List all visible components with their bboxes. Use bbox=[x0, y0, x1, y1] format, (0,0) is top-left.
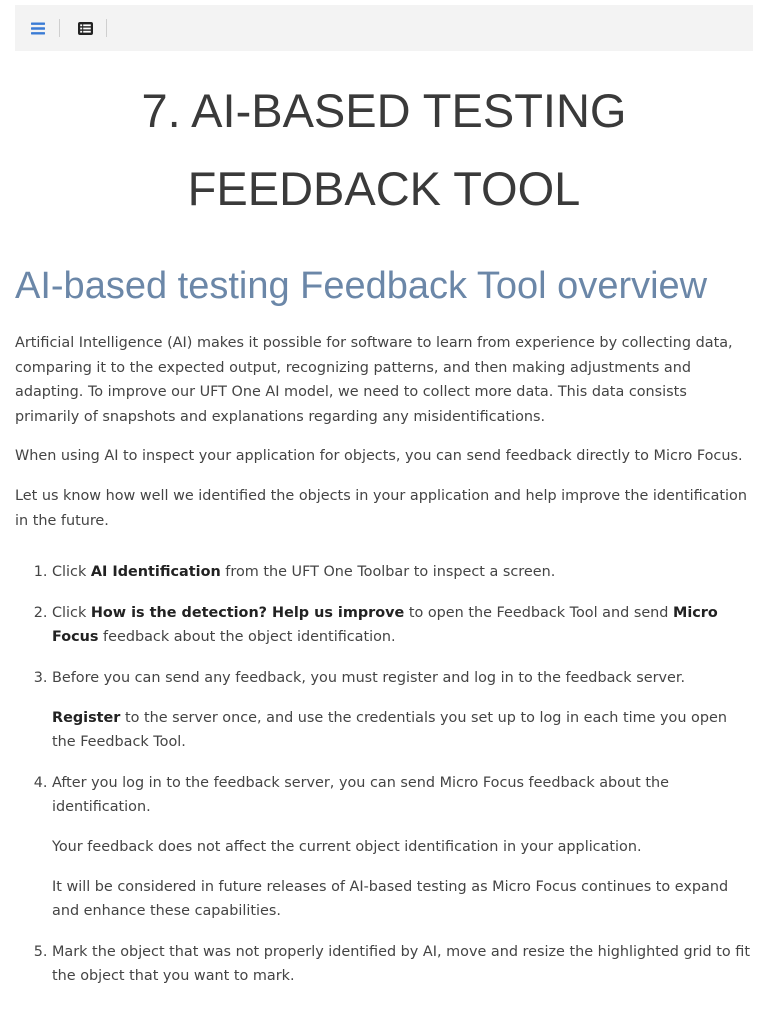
step-2: Click How is the detection? Help us impr… bbox=[52, 601, 755, 650]
chapter-title-line-1: 7. AI-BASED TESTING bbox=[141, 84, 627, 137]
step-note: Register to the server once, and use the… bbox=[52, 706, 755, 755]
topic-toolbar bbox=[15, 5, 753, 51]
ui-term: How is the detection? Help us improve bbox=[90, 604, 405, 621]
topic-content: AI-based testing Feedback Tool overview … bbox=[15, 262, 755, 1005]
section-title: AI-based testing Feedback Tool overview bbox=[15, 265, 708, 307]
chapter-title: 7. AI-BASED TESTING FEEDBACK TOOL bbox=[0, 72, 768, 228]
step-note: Your feedback does not affect the curren… bbox=[52, 838, 642, 855]
step-text: from the UFT One Toolbar to inspect a sc… bbox=[220, 564, 556, 581]
ui-term: AI Identification bbox=[90, 564, 221, 581]
step-text: feedback about the object identification… bbox=[98, 629, 396, 646]
list-icon[interactable] bbox=[76, 16, 94, 40]
intro-paragraph: Let us know how well we identified the o… bbox=[15, 487, 747, 529]
step-1: Click AI Identification from the UFT One… bbox=[52, 560, 755, 585]
step-5: Mark the object that was not properly id… bbox=[52, 940, 755, 989]
step-text: to open the Feedback Tool and send bbox=[404, 604, 673, 621]
step-text: Click bbox=[52, 604, 91, 621]
step-text: After you log in to the feedback server,… bbox=[52, 774, 669, 816]
chapter-title-line-2: FEEDBACK TOOL bbox=[187, 162, 581, 215]
step-text: Click bbox=[52, 564, 91, 581]
step-text: Before you can send any feedback, you mu… bbox=[52, 669, 686, 686]
step-text: Mark the object that was not properly id… bbox=[52, 943, 750, 985]
step-4: After you log in to the feedback server,… bbox=[52, 771, 755, 924]
intro-paragraph: When using AI to inspect your applicatio… bbox=[15, 448, 743, 465]
intro-paragraph: Artificial Intelligence (AI) makes it po… bbox=[15, 335, 733, 425]
step-3: Before you can send any feedback, you mu… bbox=[52, 666, 755, 755]
step-note: It will be considered in future releases… bbox=[52, 878, 729, 920]
steps-list: Click AI Identification from the UFT One… bbox=[15, 560, 755, 989]
toolbar-divider bbox=[59, 19, 60, 37]
ui-term: Register bbox=[52, 709, 121, 726]
step-text: to the server once, and use the credenti… bbox=[52, 709, 727, 751]
hamburger-menu-icon[interactable] bbox=[29, 16, 47, 40]
toolbar-divider bbox=[106, 19, 107, 37]
